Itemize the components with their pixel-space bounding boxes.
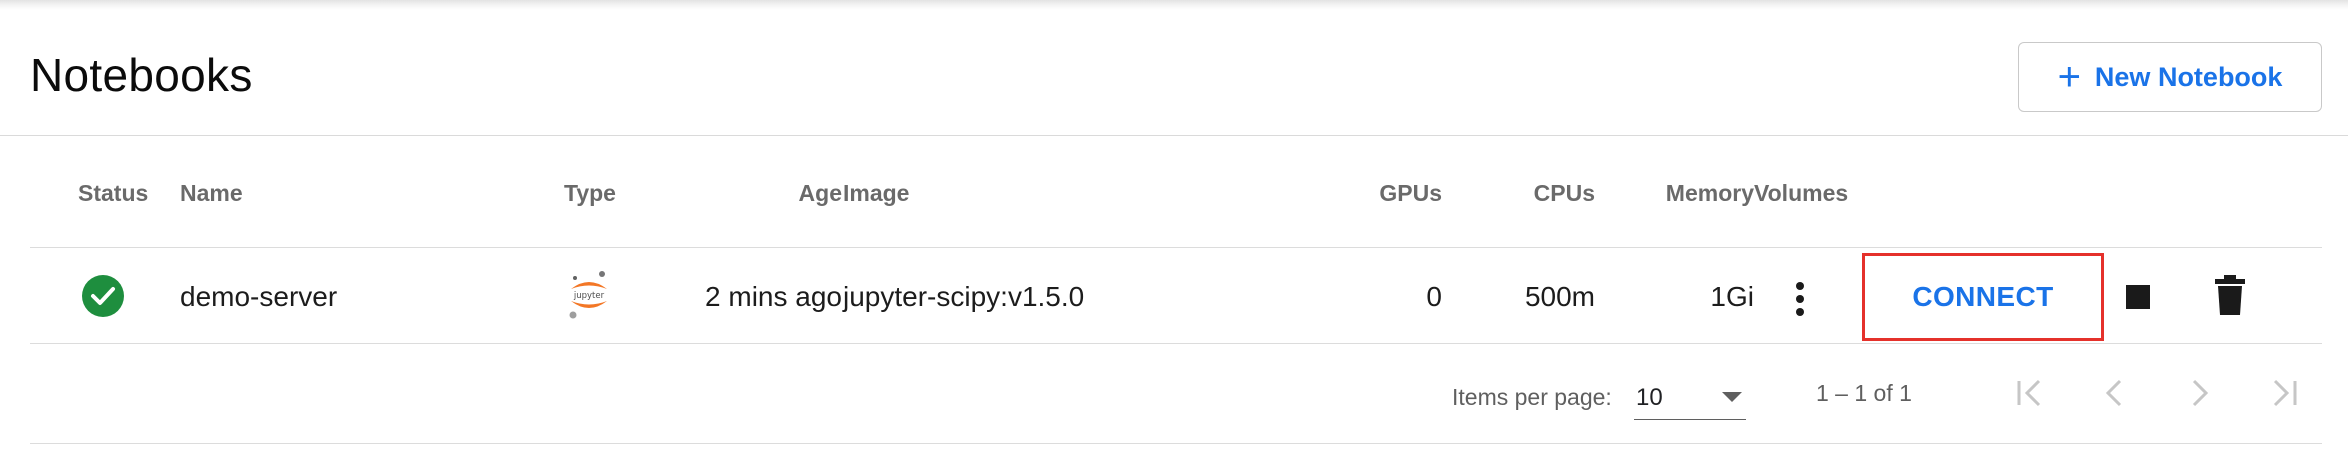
stop-icon <box>2126 285 2150 309</box>
last-page-icon <box>2273 379 2297 407</box>
page-range-label: 1 – 1 of 1 <box>1816 380 1912 406</box>
plus-icon: + <box>2057 55 2081 99</box>
items-per-page-label: Items per page: <box>1452 384 1612 410</box>
first-page-icon <box>2017 379 2041 407</box>
top-shadow <box>0 0 2348 10</box>
volumes-more-button[interactable] <box>1782 279 1818 319</box>
check-circle-icon <box>82 275 124 317</box>
column-header-gpus[interactable]: GPUs <box>1379 180 1442 207</box>
notebook-name: demo-server <box>180 281 338 312</box>
dropdown-arrow-icon <box>1722 392 1742 402</box>
chevron-left-icon <box>2105 379 2122 407</box>
items-per-page-select[interactable]: 10 <box>1634 372 1746 420</box>
paginator: Items per page: 10 1 – 1 of 1 <box>30 344 2322 444</box>
new-notebook-button[interactable]: + New Notebook <box>2018 42 2322 112</box>
connect-button[interactable]: CONNECT <box>1862 253 2104 341</box>
notebook-memory: 1Gi <box>1710 281 1754 312</box>
notebook-age: 2 mins ago <box>705 281 842 312</box>
items-per-page-value: 10 <box>1636 384 1663 411</box>
column-header-name[interactable]: Name <box>180 180 243 207</box>
column-header-status[interactable]: Status <box>78 180 148 207</box>
previous-page-button[interactable] <box>2088 366 2142 420</box>
stop-button[interactable] <box>2120 279 2156 315</box>
jupyter-logo-text: jupyter <box>573 291 605 301</box>
new-notebook-label: New Notebook <box>2094 61 2283 92</box>
notebook-cpus: 500m <box>1524 281 1595 312</box>
column-header-age[interactable]: Age <box>799 180 842 207</box>
column-header-type[interactable]: Type <box>564 180 616 207</box>
more-vert-icon <box>1796 282 1804 316</box>
notebook-image: jupyter-scipy:v1.5.0 <box>843 281 1085 312</box>
connect-label: CONNECT <box>1912 281 2054 312</box>
page-title: Notebooks <box>30 49 253 101</box>
table-header: Status Name Type Age Image GPUs CPUs Mem… <box>30 136 2322 248</box>
notebook-gpus: 0 <box>1426 281 1442 312</box>
column-header-image[interactable]: Image <box>843 180 909 207</box>
chevron-right-icon <box>2192 379 2209 407</box>
jupyter-logo-icon: jupyter <box>566 269 612 321</box>
column-header-memory[interactable]: Memory <box>1666 180 1754 207</box>
first-page-button[interactable] <box>2004 366 2058 420</box>
column-header-cpus[interactable]: CPUs <box>1534 180 1595 207</box>
page-header: Notebooks + New Notebook <box>0 10 2348 136</box>
delete-button[interactable] <box>2210 273 2250 317</box>
last-page-button[interactable] <box>2256 366 2310 420</box>
next-page-button[interactable] <box>2172 366 2226 420</box>
column-header-volumes[interactable]: Volumes <box>1754 180 1848 207</box>
delete-icon <box>2215 275 2245 315</box>
table-row: demo-server jupyter 2 mins ago jupyter-s… <box>30 249 2322 344</box>
